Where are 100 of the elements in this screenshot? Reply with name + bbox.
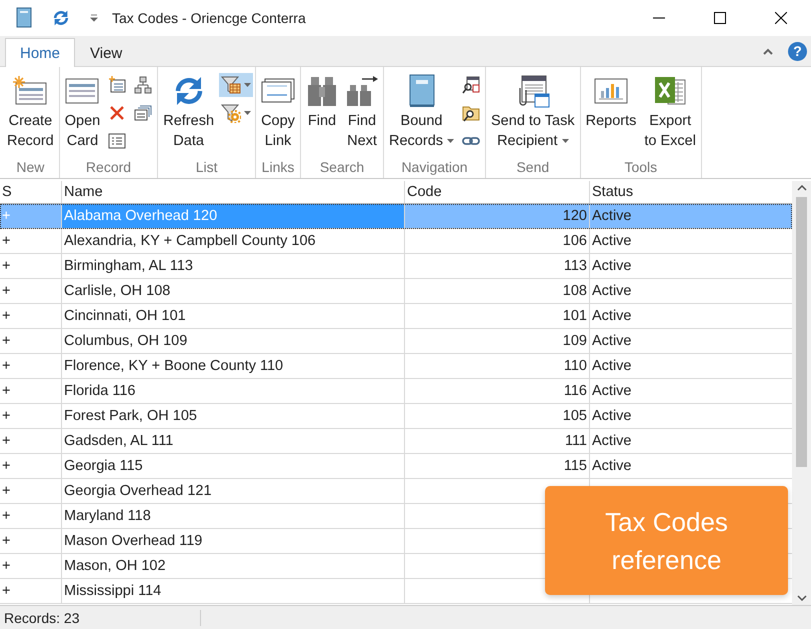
card-icon xyxy=(65,78,100,104)
table-cell: Alabama Overhead 120 xyxy=(62,204,405,228)
group-label: Search xyxy=(318,158,366,177)
close-icon xyxy=(774,12,786,24)
binoculars-arrow-icon xyxy=(346,75,378,107)
bar-chart-icon xyxy=(594,78,628,104)
ribbon-button[interactable]: Refresh Data xyxy=(160,71,218,158)
table-cell-text: Active xyxy=(591,382,632,401)
table-cell: Georgia 115 xyxy=(62,454,405,478)
column-header[interactable]: Status xyxy=(590,181,792,203)
table-cell: 109 xyxy=(405,329,590,353)
ribbon-tab[interactable]: Home xyxy=(5,38,76,67)
ribbon-button[interactable]: Reports xyxy=(582,71,640,158)
group-label: Send xyxy=(515,158,550,177)
table-cell: + xyxy=(0,254,62,278)
ribbon-button[interactable]: Copy Link xyxy=(258,71,298,158)
callout-note: Tax Codes reference xyxy=(545,486,788,595)
table-cell: + xyxy=(0,279,62,303)
collapse-ribbon-icon[interactable] xyxy=(762,47,774,55)
table-cell-text: Active xyxy=(591,207,632,226)
record-count: Records: 23 xyxy=(0,610,201,626)
table-cell: + xyxy=(0,554,62,578)
app-book-icon[interactable] xyxy=(16,7,32,29)
scroll-up-icon[interactable] xyxy=(796,185,806,191)
spreadsheet-icon xyxy=(654,76,686,106)
group-label: Links xyxy=(260,158,296,177)
window-title: Tax Codes - Oriencge Conterra xyxy=(112,10,306,26)
column-header[interactable]: S xyxy=(0,181,62,203)
table-cell: Florida 116 xyxy=(62,379,405,403)
table-cell: Mississippi 114 xyxy=(62,579,405,603)
new-card-icon xyxy=(108,76,126,94)
table-cell: Georgia Overhead 121 xyxy=(62,479,405,503)
table-cell-text: Active xyxy=(591,307,632,326)
scroll-thumb[interactable] xyxy=(796,197,807,467)
ribbon-button[interactable]: Export to Excel xyxy=(641,71,699,158)
dropdown-icon[interactable] xyxy=(90,14,98,22)
group-label: Navigation xyxy=(400,158,469,177)
group-label: Tools xyxy=(623,158,658,177)
table-cell: 115 xyxy=(405,454,590,478)
list-icon xyxy=(108,133,126,149)
table-cell: Forest Park, OH 105 xyxy=(62,404,405,428)
table-cell: 108 xyxy=(405,279,590,303)
table-cell: Alexandria, KY + Campbell County 106 xyxy=(62,229,405,253)
hierarchy-icon xyxy=(134,76,152,94)
ribbon-button[interactable]: Bound Records xyxy=(386,71,458,158)
table-cell: + xyxy=(0,229,62,253)
table-cell: Carlisle, OH 108 xyxy=(62,279,405,303)
caret-icon xyxy=(244,83,252,87)
link-icon xyxy=(462,135,480,147)
table-cell: 110 xyxy=(405,354,590,378)
scrollbar[interactable] xyxy=(792,181,811,605)
table-cell: 120 xyxy=(405,204,590,228)
table-cell: + xyxy=(0,454,62,478)
ribbon-button[interactable]: Create Record xyxy=(4,71,57,158)
column-header[interactable]: Name xyxy=(62,181,405,203)
book-icon xyxy=(408,74,436,108)
table-cell: Mason, OH 102 xyxy=(62,554,405,578)
table-cell: 106 xyxy=(405,229,590,253)
table-cell-text: Active xyxy=(591,282,632,301)
ribbon-button[interactable]: Open Card xyxy=(62,71,104,158)
caret-icon xyxy=(562,139,569,143)
table-cell: + xyxy=(0,529,62,553)
new-card-icon xyxy=(13,76,48,106)
filter-icon xyxy=(221,75,242,95)
table-cell: + xyxy=(0,304,62,328)
group-label: New xyxy=(15,158,46,177)
column-header[interactable]: Code xyxy=(405,181,590,203)
table-cell: Florence, KY + Boone County 110 xyxy=(62,354,405,378)
table-cell: + xyxy=(0,504,62,528)
ribbon-button[interactable]: Find Next xyxy=(343,71,382,158)
table-cell: Mason Overhead 119 xyxy=(62,529,405,553)
table-cell-text: Active xyxy=(591,332,632,351)
caret-icon xyxy=(447,139,454,143)
group-label: List xyxy=(194,158,219,177)
table-cell: Birmingham, AL 113 xyxy=(62,254,405,278)
table-cell: + xyxy=(0,354,62,378)
table-cell: Gadsden, AL 111 xyxy=(62,429,405,453)
table-cell: Maryland 118 xyxy=(62,504,405,528)
ribbon-button[interactable]: Find xyxy=(303,71,342,158)
table-cell-text: Active xyxy=(591,232,632,251)
table-cell-text: Active xyxy=(591,457,632,476)
table-cell: + xyxy=(0,329,62,353)
table-cell-text: Active xyxy=(591,432,632,451)
refresh-icon[interactable] xyxy=(52,9,70,27)
folder-search-icon xyxy=(462,104,480,122)
table-cell: 101 xyxy=(405,304,590,328)
table-cell: Columbus, OH 109 xyxy=(62,329,405,353)
caret-icon xyxy=(244,111,252,115)
table-cell: 111 xyxy=(405,429,590,453)
maximize-icon xyxy=(714,12,726,24)
ribbon-tab[interactable]: View xyxy=(75,38,138,67)
table-cell: + xyxy=(0,379,62,403)
scroll-down-icon[interactable] xyxy=(796,595,806,601)
filter-settings-icon xyxy=(221,103,242,123)
help-button[interactable]: ? xyxy=(788,42,807,60)
table-cell: + xyxy=(0,404,62,428)
group-label: Record xyxy=(84,158,132,177)
ribbon-button[interactable]: Send to Task Recipient xyxy=(488,71,578,158)
binoculars-icon xyxy=(306,75,338,107)
table-cell: + xyxy=(0,579,62,603)
